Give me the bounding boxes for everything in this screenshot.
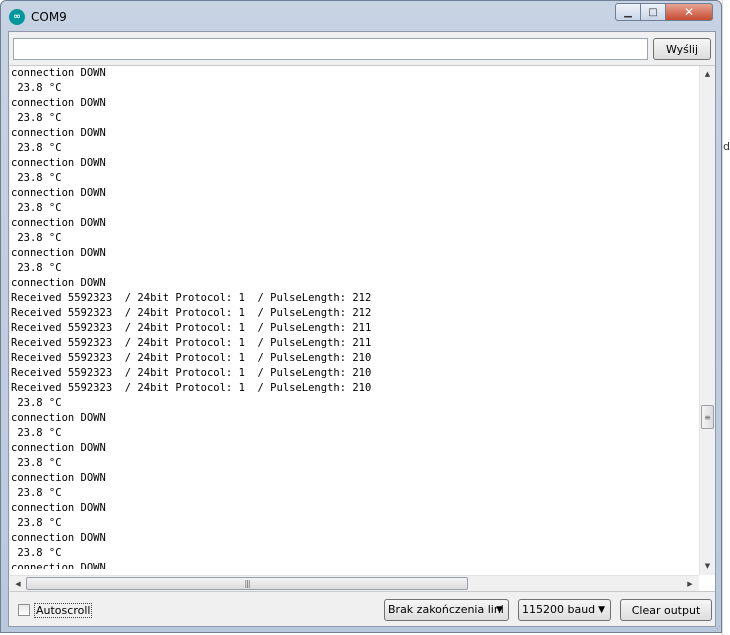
minimize-button[interactable]: ▁	[615, 3, 641, 21]
line-ending-select[interactable]: Brak zakończenia lini ▼	[384, 599, 509, 621]
output-line: Received 5592323 / 24bit Protocol: 1 / P…	[11, 307, 372, 319]
output-line: connection DOWN	[11, 67, 106, 79]
output-line: connection DOWN	[11, 412, 106, 424]
output-line: 23.8 °C	[11, 427, 62, 439]
output-line: 23.8 °C	[11, 517, 62, 529]
output-line: connection DOWN	[11, 247, 106, 259]
output-line: Received 5592323 / 24bit Protocol: 1 / P…	[11, 322, 372, 334]
output-line: Received 5592323 / 24bit Protocol: 1 / P…	[11, 292, 372, 304]
client-area: Wyślij connection DOWN 23.8 °C connection…	[8, 31, 716, 627]
maximize-icon: □	[648, 6, 658, 18]
scroll-left-icon[interactable]: ◀	[10, 576, 26, 591]
output-line: 23.8 °C	[11, 487, 62, 499]
output-line: connection DOWN	[11, 187, 106, 199]
line-ending-value: Brak zakończenia lini	[388, 603, 504, 616]
output-line: Received 5592323 / 24bit Protocol: 1 / P…	[11, 352, 372, 364]
output-line: Received 5592323 / 24bit Protocol: 1 / P…	[11, 382, 372, 394]
background-window-edge: ıd	[722, 0, 730, 635]
autoscroll-label[interactable]: Autoscroll	[34, 603, 93, 618]
output-line: connection DOWN	[11, 562, 106, 569]
serial-output-lines: connection DOWN 23.8 °C connection DOWN 2…	[11, 66, 697, 569]
background-window-text: ıd	[723, 140, 730, 153]
horizontal-scroll-thumb[interactable]: |||	[26, 577, 468, 590]
close-icon: ✕	[683, 5, 695, 19]
autoscroll-checkbox[interactable]	[18, 604, 30, 616]
clear-output-button[interactable]: Clear output	[620, 599, 712, 621]
close-button[interactable]: ✕	[666, 3, 713, 21]
output-line: 23.8 °C	[11, 172, 62, 184]
output-line: Received 5592323 / 24bit Protocol: 1 / P…	[11, 337, 372, 349]
chevron-down-icon: ▼	[496, 605, 503, 615]
title-bar[interactable]: ∞ COM9 ▁ □ ✕	[1, 1, 721, 31]
output-line: 23.8 °C	[11, 202, 62, 214]
output-line: 23.8 °C	[11, 397, 62, 409]
output-line: 23.8 °C	[11, 457, 62, 469]
output-line: Received 5592323 / 24bit Protocol: 1 / P…	[11, 367, 372, 379]
output-line: 23.8 °C	[11, 82, 62, 94]
output-line: 23.8 °C	[11, 547, 62, 559]
minimize-icon: ▁	[624, 6, 632, 18]
output-line: 23.8 °C	[11, 232, 62, 244]
output-line: connection DOWN	[11, 442, 106, 454]
chevron-down-icon: ▼	[598, 605, 605, 615]
output-line: connection DOWN	[11, 127, 106, 139]
output-line: connection DOWN	[11, 277, 106, 289]
output-line: 23.8 °C	[11, 112, 62, 124]
output-line: connection DOWN	[11, 532, 106, 544]
output-line: 23.8 °C	[11, 142, 62, 154]
scroll-down-icon[interactable]: ▼	[700, 558, 715, 574]
vertical-scrollbar[interactable]: ▲ ≡ ▼	[699, 66, 715, 575]
baud-rate-select[interactable]: 115200 baud ▼	[518, 599, 611, 621]
output-line: connection DOWN	[11, 472, 106, 484]
output-line: connection DOWN	[11, 97, 106, 109]
output-line: 23.8 °C	[11, 262, 62, 274]
vertical-scroll-thumb[interactable]: ≡	[701, 405, 714, 429]
output-line: connection DOWN	[11, 157, 106, 169]
horizontal-scrollbar[interactable]: ◀ ||| ▶	[10, 575, 699, 591]
scroll-up-icon[interactable]: ▲	[700, 66, 715, 82]
maximize-button[interactable]: □	[641, 3, 666, 21]
output-line: connection DOWN	[11, 217, 106, 229]
send-input[interactable]	[13, 38, 648, 60]
scroll-right-icon[interactable]: ▶	[682, 576, 698, 591]
arduino-icon: ∞	[9, 9, 25, 25]
window-title: COM9	[31, 10, 67, 24]
baud-rate-value: 115200 baud	[522, 603, 596, 616]
send-button[interactable]: Wyślij	[653, 38, 711, 60]
serial-output-area[interactable]: connection DOWN 23.8 °C connection DOWN 2…	[10, 65, 715, 592]
resize-grip-icon[interactable]: ⋰	[714, 625, 722, 633]
output-line: connection DOWN	[11, 502, 106, 514]
serial-monitor-window: ∞ COM9 ▁ □ ✕ Wyślij connection DOWN 23.8…	[0, 0, 722, 633]
